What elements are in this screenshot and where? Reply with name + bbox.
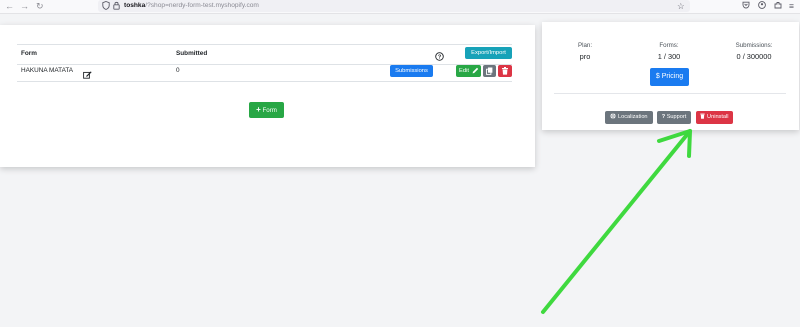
uninstall-button[interactable]: Uninstall (696, 111, 733, 124)
reload-icon[interactable]: ↻ (36, 1, 44, 12)
pricing-label: Pricing (661, 73, 684, 80)
back-icon[interactable]: ← (5, 1, 14, 12)
export-import-button[interactable]: Export/Import (465, 47, 512, 59)
support-button[interactable]: ? Support (657, 111, 691, 124)
pocket-icon[interactable] (742, 1, 750, 12)
forward-icon[interactable]: → (20, 1, 29, 12)
edit-label: Edit (459, 68, 469, 74)
arrow-head-right (687, 129, 692, 158)
extensions-icon[interactable] (774, 1, 782, 12)
arrow-shaft (541, 129, 692, 314)
pencil-icon (472, 67, 479, 79)
header-submitted: Submitted (176, 50, 208, 57)
trash-icon (501, 67, 509, 80)
copy-icon (486, 67, 493, 80)
forms-usage: 1 / 300 (657, 52, 681, 61)
submissions-label: Submissions: (735, 42, 773, 49)
edit-form-button[interactable]: Edit (456, 65, 481, 77)
form-name: HAKUNA MATATA (21, 67, 74, 74)
localization-label: Localization (618, 114, 648, 120)
row-divider (17, 81, 512, 82)
uninstall-label: Uninstall (707, 114, 729, 120)
plan-value: pro (579, 52, 591, 61)
plus-icon: + (256, 105, 261, 114)
menu-icon[interactable]: ≡ (789, 1, 794, 12)
duplicate-form-button[interactable] (483, 65, 496, 77)
globe-icon (610, 113, 618, 120)
lock-icon[interactable] (113, 1, 120, 13)
header-form: Form (21, 50, 37, 57)
forms-card: Form Submitted ? Export/Import HAKUNA MA… (0, 25, 535, 167)
submissions-button[interactable]: Submissions (390, 65, 433, 77)
submitted-count: 0 (176, 67, 180, 74)
card-divider (554, 93, 786, 94)
submissions-usage: 0 / 300000 (736, 52, 772, 61)
plan-card: Plan: pro Forms: 1 / 300 Submissions: 0 … (542, 22, 799, 130)
help-icon[interactable]: ? (435, 48, 444, 66)
shield-icon[interactable] (102, 1, 110, 13)
forms-label: Forms: (659, 42, 679, 49)
account-icon[interactable] (758, 1, 766, 12)
delete-form-button[interactable] (498, 65, 512, 77)
dollar-icon: $ (655, 73, 660, 80)
localization-button[interactable]: Localization (605, 111, 653, 124)
add-form-button[interactable]: + Form (249, 102, 284, 118)
add-form-label: Form (262, 107, 277, 114)
plan-label: Plan: (577, 42, 593, 49)
pricing-button[interactable]: $ Pricing (650, 68, 689, 86)
bookmark-star-icon[interactable]: ☆ (677, 1, 685, 12)
arrow-head-left (657, 129, 692, 143)
url-text: toshka/?shop=nerdy-form-test.myshopify.c… (124, 2, 259, 9)
table-header: Form Submitted ? Export/Import (17, 44, 512, 65)
browser-toolbar: ← → ↻ toshka/?shop=nerdy-form-test.mysho… (0, 0, 800, 14)
question-icon: ? (661, 114, 666, 120)
support-label: Support (666, 114, 687, 120)
